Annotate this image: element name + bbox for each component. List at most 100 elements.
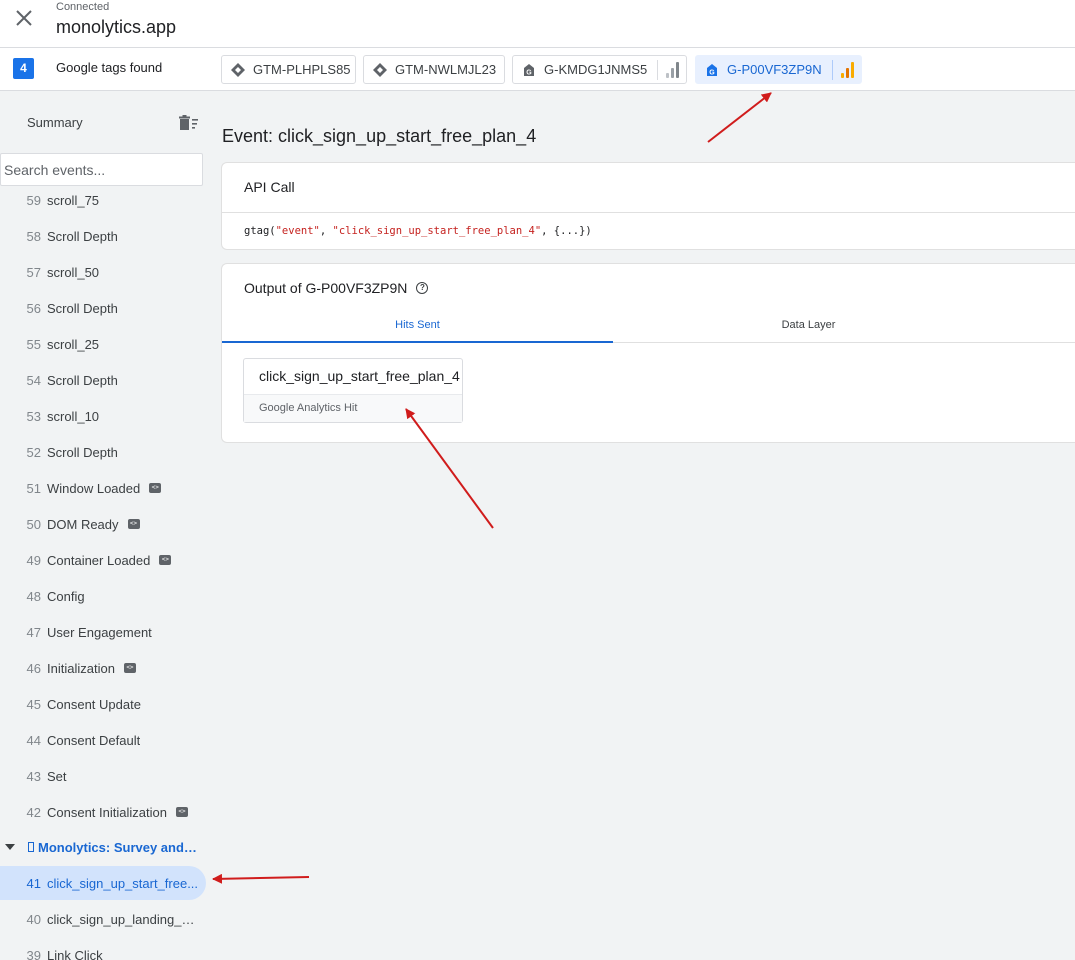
tag-chip-label: G-P00VF3ZP9N <box>727 62 822 77</box>
help-icon[interactable]: ? <box>416 282 429 294</box>
tag-chip-gtm-nwlmjl23[interactable]: GTM-NWLMJL23 <box>363 55 505 84</box>
divider <box>222 212 1075 213</box>
tag-chip-g-kmdg1jnms5[interactable]: G G-KMDG1JNMS5 <box>512 55 687 84</box>
event-list-item[interactable]: 48 Config <box>0 579 206 613</box>
api-call-code: gtag("event", "click_sign_up_start_free_… <box>244 225 592 237</box>
event-list-item[interactable]: 58 Scroll Depth <box>0 219 206 253</box>
event-label: Consent Update <box>47 696 141 712</box>
event-number: 53 <box>26 408 41 424</box>
event-number: 52 <box>26 444 41 460</box>
hit-card[interactable]: click_sign_up_start_free_plan_4 Google A… <box>243 358 463 423</box>
event-list-item[interactable]: 45 Consent Update <box>0 687 206 721</box>
event-label: DOM Ready <box>47 516 119 532</box>
tag-chip-label: GTM-PLHPLS85 <box>253 62 351 77</box>
connection-status: Connected <box>56 1 110 13</box>
event-number: 43 <box>26 768 41 784</box>
event-label: scroll_25 <box>47 336 100 352</box>
collapse-caret-icon[interactable] <box>5 844 15 850</box>
event-number: 48 <box>26 588 41 604</box>
tag-chip-gtm-plhpls85[interactable]: GTM-PLHPLS85 <box>221 55 356 84</box>
event-number: 57 <box>26 264 41 280</box>
event-label: Scroll Depth <box>47 300 118 316</box>
event-label: Scroll Depth <box>47 444 118 460</box>
event-label: Scroll Depth <box>47 372 118 388</box>
event-list-item[interactable]: 51 Window Loaded <> <box>0 471 206 505</box>
event-label: Window Loaded <box>47 480 141 496</box>
event-label: scroll_75 <box>47 192 100 208</box>
tab-data-layer[interactable]: Data Layer <box>613 310 1004 343</box>
event-label: Set <box>47 768 67 784</box>
event-number: 40 <box>26 911 41 927</box>
event-list-item[interactable]: 50 DOM Ready <> <box>0 507 206 541</box>
output-header: Output of G-P00VF3ZP9N ? <box>244 280 429 296</box>
analytics-bars-icon <box>840 61 854 78</box>
event-number: 41 <box>26 875 41 891</box>
tag-chip-label: GTM-NWLMJL23 <box>395 62 497 77</box>
tag-chip-g-p00vf3zp9n[interactable]: G G-P00VF3ZP9N <box>695 55 862 84</box>
event-number: 42 <box>26 804 41 820</box>
event-label: scroll_50 <box>47 264 100 280</box>
event-title: Event: click_sign_up_start_free_plan_4 <box>222 126 537 146</box>
tag-bar: 4 Google tags found GTM-PLHPLS85 GTM-NWL… <box>0 48 1075 91</box>
event-sidebar: Summary 59 scroll_75 58 Scroll Depth 57 scrol… <box>0 91 206 960</box>
event-list-item-selected[interactable]: 41 click_sign_up_start_free... <box>0 866 206 900</box>
event-label: User Engagement <box>47 624 152 640</box>
output-tabs: Hits Sent Data Layer <box>222 310 1075 343</box>
event-list-item[interactable]: 46 Initialization <> <box>0 651 206 685</box>
svg-text:G: G <box>526 69 532 76</box>
event-number: 56 <box>26 300 41 316</box>
event-list-item[interactable]: 56 Scroll Depth <box>0 291 206 325</box>
event-list-item[interactable]: 59 scroll_75 <box>0 183 206 217</box>
summary-link[interactable]: Summary <box>27 115 83 130</box>
code-icon: <> <box>127 519 140 529</box>
event-number: 49 <box>26 552 41 568</box>
tab-hits-sent[interactable]: Hits Sent <box>222 310 613 343</box>
event-list-item[interactable]: 49 Container Loaded <> <box>0 543 206 577</box>
event-number: 44 <box>26 732 41 748</box>
gtm-diamond-icon <box>231 62 245 77</box>
event-label: Initialization <box>47 660 115 676</box>
event-number: 45 <box>26 696 41 712</box>
code-icon: <> <box>159 555 172 565</box>
event-list-item[interactable]: 55 scroll_25 <box>0 327 206 361</box>
tag-chip-label: G-KMDG1JNMS5 <box>544 62 648 77</box>
event-number: 47 <box>26 624 41 640</box>
event-list-item[interactable]: 39 Link Click <box>0 938 206 960</box>
event-label: Config <box>47 588 85 604</box>
clear-events-icon[interactable] <box>179 115 199 131</box>
event-list-item[interactable]: 47 User Engagement <box>0 615 206 649</box>
event-number: 54 <box>26 372 41 388</box>
event-number: 59 <box>26 192 41 208</box>
chip-divider <box>657 59 659 80</box>
output-card: Output of G-P00VF3ZP9N ? Hits Sent Data … <box>221 263 1075 443</box>
main-panel: Event: click_sign_up_start_free_plan_4 A… <box>206 91 1075 960</box>
event-label: click_sign_up_landing_p... <box>47 911 199 927</box>
event-list-item[interactable]: 52 Scroll Depth <box>0 435 206 469</box>
google-tag-icon: G <box>524 63 534 76</box>
event-list-item[interactable]: 40 click_sign_up_landing_p... <box>0 902 206 936</box>
hit-name: click_sign_up_start_free_plan_4 <box>259 368 460 384</box>
api-call-card: API Call gtag("event", "click_sign_up_st… <box>221 162 1075 250</box>
event-list-item[interactable]: 54 Scroll Depth <box>0 363 206 397</box>
event-number: 50 <box>26 516 41 532</box>
event-list-item[interactable]: 53 scroll_10 <box>0 399 206 433</box>
svg-text:G: G <box>709 69 715 76</box>
search-events-input[interactable] <box>0 153 203 186</box>
event-list-item[interactable]: 43 Set <box>0 759 206 793</box>
page-icon <box>28 842 34 852</box>
close-icon[interactable] <box>12 6 36 30</box>
tag-count-badge: 4 <box>13 58 34 79</box>
sidebar-page-group[interactable]: Monolytics: Survey and R... <box>0 837 206 857</box>
output-header-label: Output of G-P00VF3ZP9N <box>244 280 408 296</box>
event-number: 39 <box>26 947 41 960</box>
event-label: Consent Default <box>47 732 141 748</box>
event-list-item[interactable]: 44 Consent Default <box>0 723 206 757</box>
code-icon: <> <box>175 807 188 817</box>
event-list-item[interactable]: 42 Consent Initialization <> <box>0 795 206 829</box>
tags-found-label: Google tags found <box>56 60 163 75</box>
event-list-item[interactable]: 57 scroll_50 <box>0 255 206 289</box>
page-group-label: Monolytics: Survey and R... <box>38 839 198 855</box>
connected-domain: monolytics.app <box>56 17 177 37</box>
api-call-header: API Call <box>244 179 295 195</box>
google-tag-icon: G <box>707 63 717 76</box>
